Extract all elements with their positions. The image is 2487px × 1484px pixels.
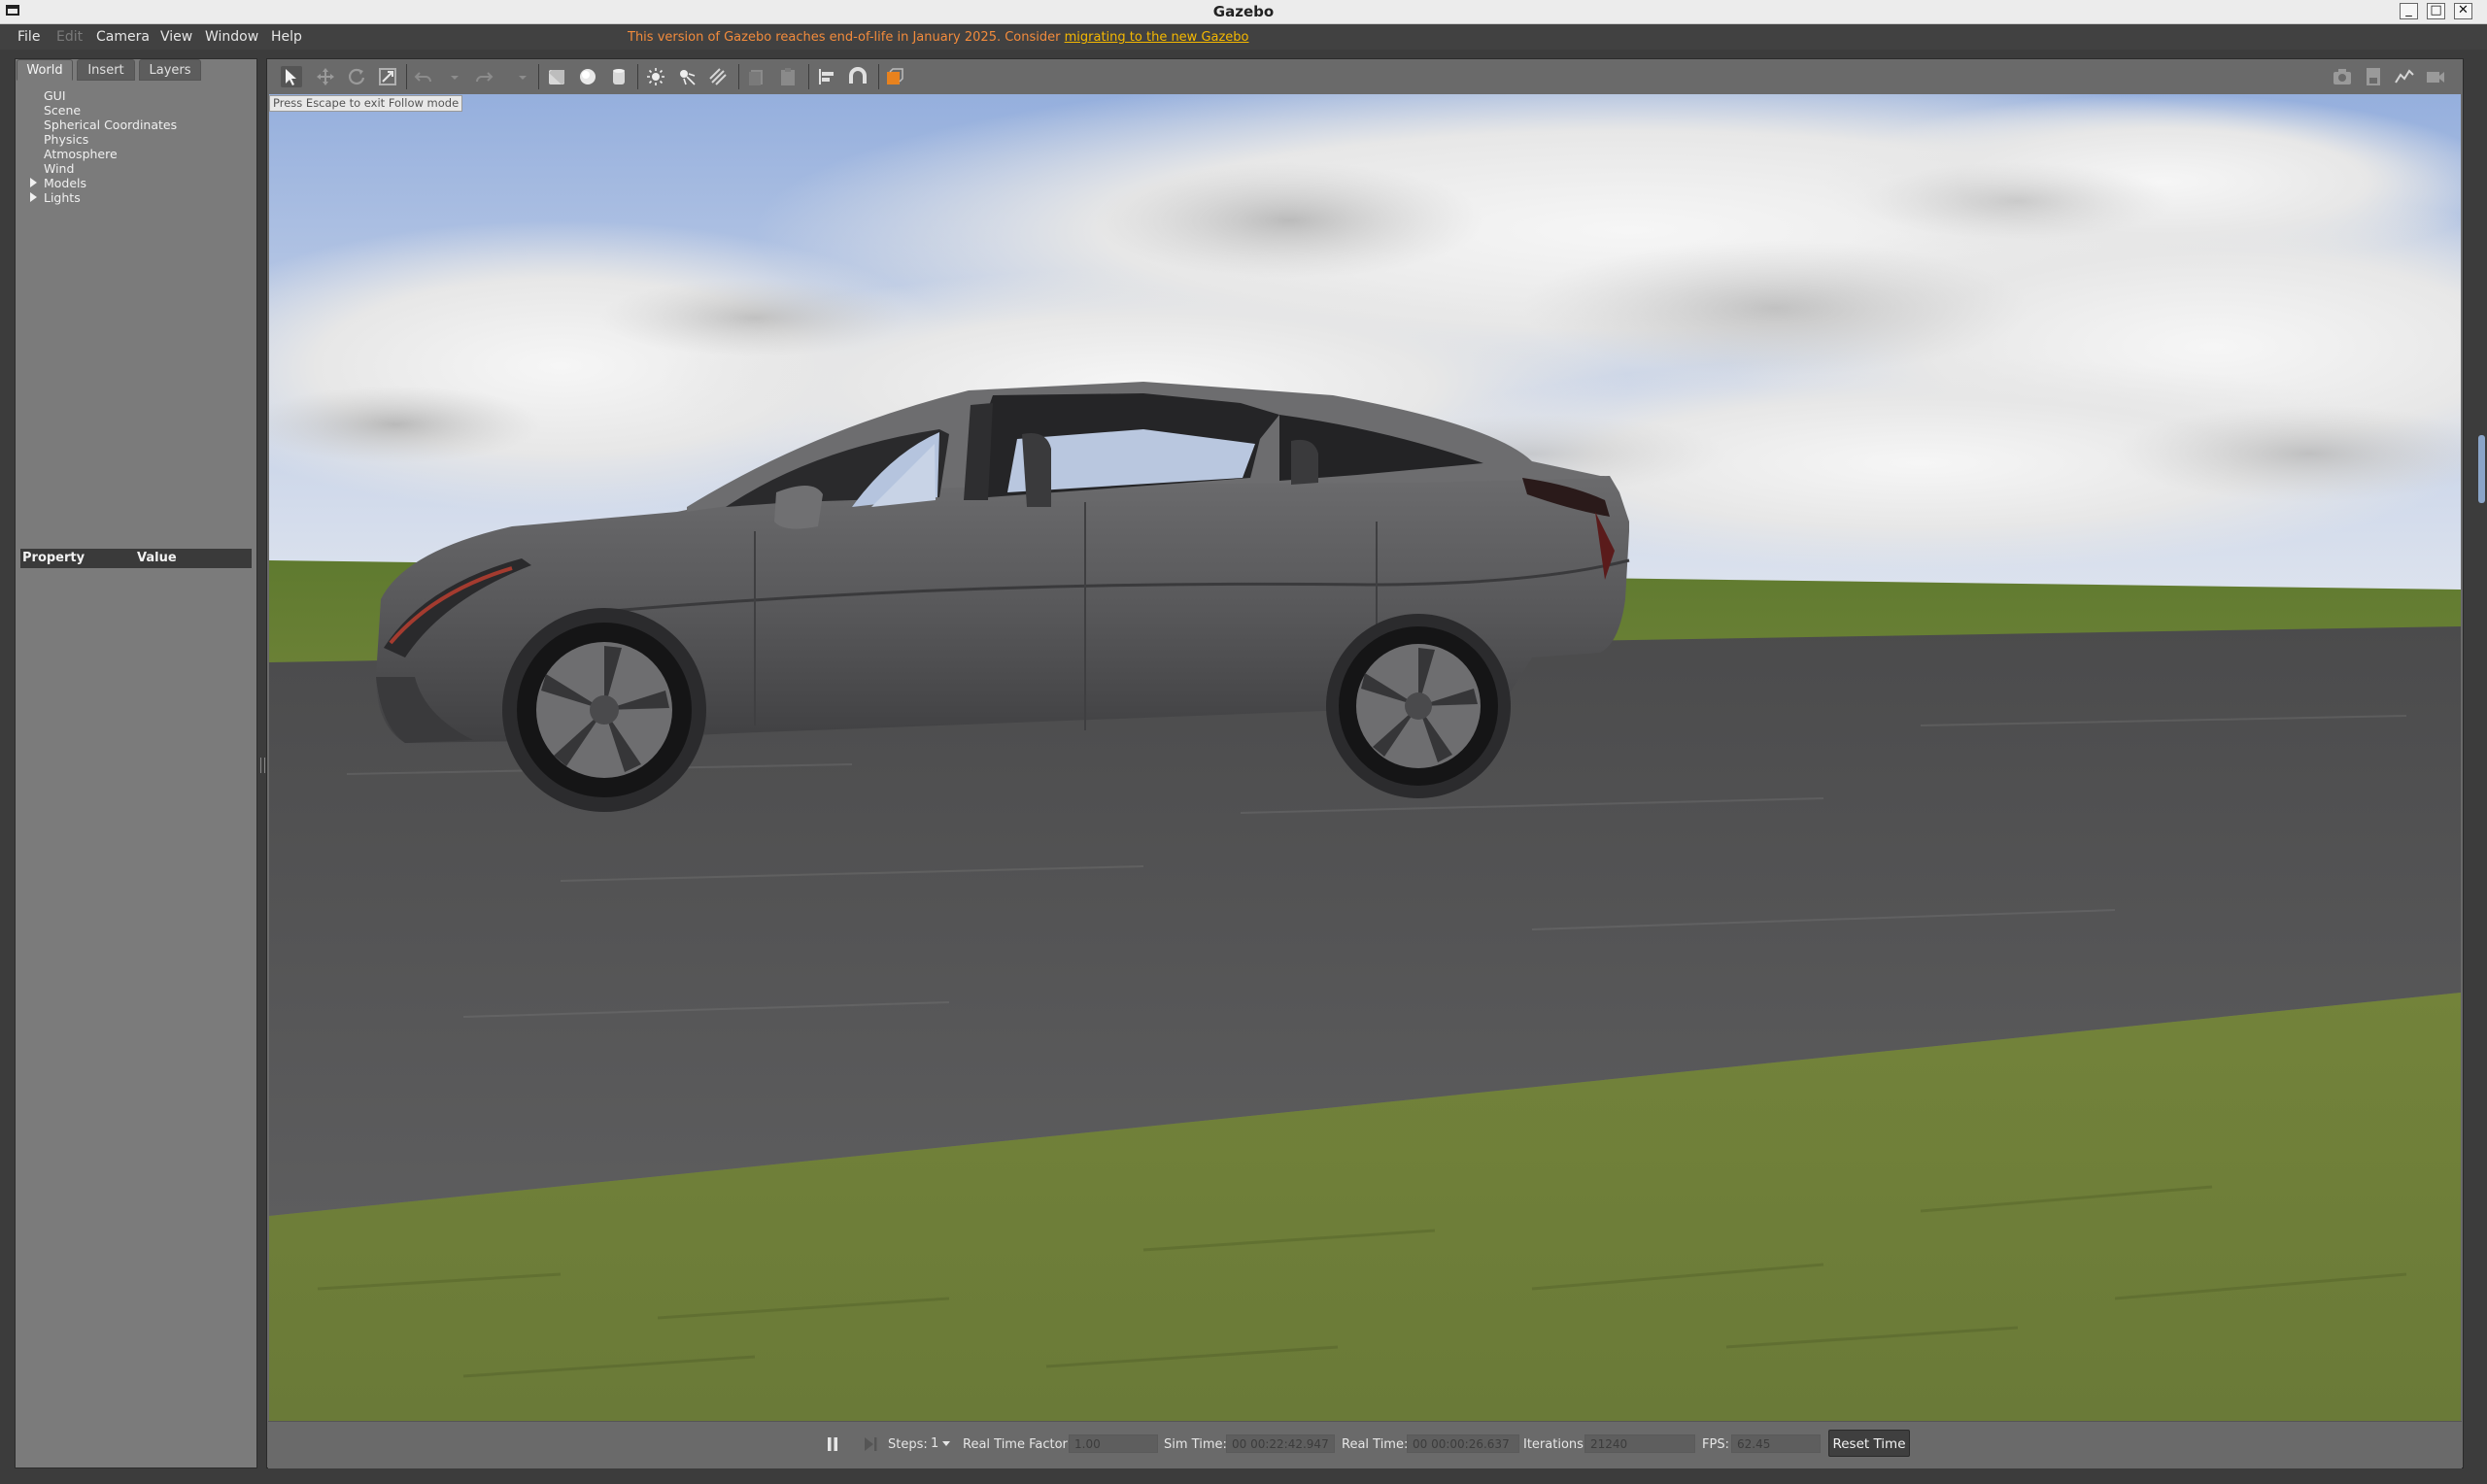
step-icon[interactable]	[863, 1436, 878, 1452]
window-titlebar: Gazebo _ □ ✕	[0, 0, 2487, 24]
property-column-header[interactable]: Property	[22, 551, 85, 565]
expand-models-icon[interactable]	[30, 178, 37, 187]
tree-item-wind[interactable]: Wind	[44, 161, 74, 176]
redo-dropdown-icon[interactable]	[512, 66, 527, 87]
cylinder-icon[interactable]	[608, 66, 630, 87]
tab-layers[interactable]: Layers	[139, 59, 201, 81]
redo-icon[interactable]	[473, 66, 494, 87]
tree-item-spherical-coordinates[interactable]: Spherical Coordinates	[44, 118, 177, 132]
menu-help[interactable]: Help	[271, 29, 302, 45]
menu-edit[interactable]: Edit	[56, 29, 83, 45]
menu-bar: File Edit Camera View Window Help This v…	[0, 24, 2487, 50]
close-button[interactable]: ✕	[2454, 3, 2472, 19]
eol-notice-text: This version of Gazebo reaches end-of-li…	[628, 30, 1065, 45]
pause-icon[interactable]	[826, 1436, 839, 1452]
reset-time-button[interactable]: Reset Time	[1828, 1430, 1910, 1457]
viewport-scroll-handle[interactable]	[2478, 435, 2485, 503]
select-arrow-icon[interactable]	[281, 66, 302, 87]
real-time-value: 00 00:00:26.637	[1407, 1434, 1519, 1453]
migration-link[interactable]: migrating to the new Gazebo	[1065, 30, 1249, 45]
toolbar-separator	[637, 64, 638, 89]
real-time-factor-label: Real Time Factor:	[963, 1437, 1073, 1452]
fps-value: 62.45	[1731, 1434, 1821, 1453]
tab-world[interactable]: World	[17, 59, 73, 81]
eol-notice: This version of Gazebo reaches end-of-li…	[628, 30, 1249, 45]
iterations-value: 21240	[1584, 1434, 1695, 1453]
tree-item-lights[interactable]: Lights	[44, 190, 81, 205]
undo-dropdown-icon[interactable]	[444, 66, 459, 87]
copy-icon[interactable]	[746, 66, 767, 87]
rotate-icon[interactable]	[346, 66, 367, 87]
plot-icon[interactable]	[2394, 66, 2415, 87]
3d-viewport[interactable]	[269, 94, 2461, 1421]
steps-spin-icon[interactable]	[942, 1441, 950, 1446]
scene-render	[269, 94, 2461, 1421]
sphere-icon[interactable]	[577, 66, 598, 87]
tree-item-scene[interactable]: Scene	[44, 103, 81, 118]
steps-label: Steps:	[888, 1437, 928, 1452]
screenshot-icon[interactable]	[2332, 66, 2353, 87]
scale-icon[interactable]	[377, 66, 398, 87]
tree-item-models[interactable]: Models	[44, 176, 86, 190]
undo-icon[interactable]	[413, 66, 434, 87]
box-icon[interactable]	[546, 66, 567, 87]
steps-value[interactable]: 1	[931, 1436, 938, 1451]
real-time-label: Real Time:	[1342, 1437, 1409, 1452]
spot-light-icon[interactable]	[676, 66, 698, 87]
maximize-button[interactable]: □	[2427, 3, 2445, 19]
window-title: Gazebo	[1212, 3, 1275, 20]
tree-item-gui[interactable]: GUI	[44, 88, 66, 103]
paste-icon[interactable]	[777, 66, 799, 87]
expand-lights-icon[interactable]	[30, 192, 37, 202]
tab-insert[interactable]: Insert	[77, 59, 135, 81]
menu-view[interactable]: View	[160, 29, 192, 45]
panel-splitter-handle[interactable]	[260, 758, 265, 773]
record-video-icon[interactable]	[2425, 66, 2446, 87]
view-angle-icon[interactable]	[884, 66, 905, 87]
tree-item-physics[interactable]: Physics	[44, 132, 88, 147]
toolbar-separator	[538, 64, 539, 89]
menu-window[interactable]: Window	[205, 29, 258, 45]
sim-time-label: Sim Time:	[1164, 1437, 1227, 1452]
left-panel	[15, 58, 257, 1468]
property-table-header: Property Value	[20, 549, 252, 568]
fps-label: FPS:	[1702, 1437, 1729, 1452]
tree-item-atmosphere[interactable]: Atmosphere	[44, 147, 118, 161]
sim-time-value: 00 00:22:42.947	[1226, 1434, 1335, 1453]
log-icon[interactable]	[2363, 66, 2384, 87]
minimize-button[interactable]: _	[2400, 3, 2418, 19]
menu-camera[interactable]: Camera	[96, 29, 150, 45]
value-column-header[interactable]: Value	[137, 551, 177, 565]
directional-light-icon[interactable]	[707, 66, 729, 87]
toolbar-separator	[738, 64, 739, 89]
snap-icon[interactable]	[847, 66, 869, 87]
iterations-label: Iterations:	[1523, 1437, 1588, 1452]
translate-icon[interactable]	[315, 66, 336, 87]
align-icon[interactable]	[816, 66, 837, 87]
toolbar-separator	[878, 64, 879, 89]
menu-file[interactable]: File	[17, 29, 40, 45]
toolbar-separator	[406, 64, 407, 89]
follow-mode-hint: Press Escape to exit Follow mode	[269, 95, 463, 112]
toolbar-separator	[808, 64, 809, 89]
real-time-factor-value: 1.00	[1069, 1434, 1158, 1453]
point-light-icon[interactable]	[645, 66, 666, 87]
